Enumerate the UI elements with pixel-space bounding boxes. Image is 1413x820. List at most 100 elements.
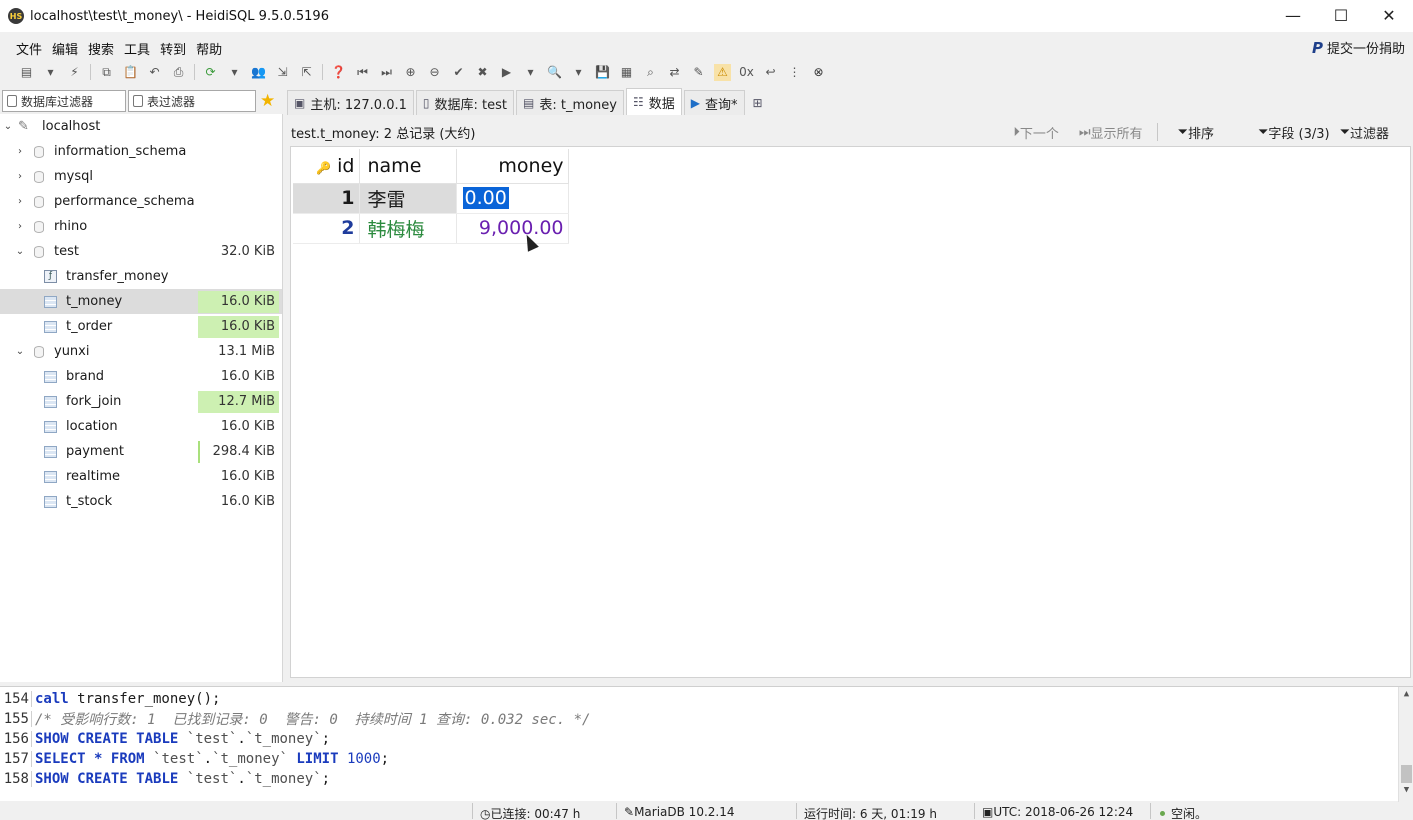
tree-item-information-schema[interactable]: › information_schema [0,139,282,164]
tree-item-test[interactable]: ⌄ test 32.0 KiB [0,239,282,264]
maximize-button[interactable]: ☐ [1317,0,1365,30]
chevron-right-icon[interactable]: › [14,196,26,207]
explain-icon[interactable]: 🔍 [546,64,563,81]
cell-name[interactable]: 李雷 [359,183,457,214]
tree-item-yunxi[interactable]: ⌄ yunxi 13.1 MiB [0,339,282,364]
cell-money[interactable]: 9,000.00 [456,213,569,244]
tab-database[interactable]: ▯ 数据库: test [415,90,514,115]
dropdown-arrow-icon[interactable]: ▾ [570,64,587,81]
tree-item-t-order[interactable]: t_order 16.0 KiB [0,314,282,339]
chevron-down-icon[interactable]: ⌄ [14,346,26,357]
cell-money-editing[interactable]: 0.00 [456,183,569,214]
chevron-down-icon[interactable]: ⌄ [2,121,14,132]
close-button[interactable]: ✕ [1365,0,1413,30]
menu-goto[interactable]: 转到 [160,39,186,58]
disconnect-icon[interactable]: ⚡ [66,64,83,81]
tree-item-location[interactable]: location 16.0 KiB [0,414,282,439]
tree-item-fork-join[interactable]: fork_join 12.7 MiB [0,389,282,414]
last-record-icon[interactable]: ⏭ [378,64,395,81]
log-scrollbar[interactable]: ▲ ▼ [1398,687,1413,802]
insert-row-icon[interactable]: ⊕ [402,64,419,81]
tree-item-realtime[interactable]: realtime 16.0 KiB [0,464,282,489]
menu-search[interactable]: 搜索 [88,39,114,58]
wrap-icon[interactable]: ↩ [762,64,779,81]
favorite-star-icon[interactable]: ★ [260,91,275,111]
tree-item-label: t_money [66,294,123,309]
chevron-down-icon[interactable]: ⌄ [14,246,26,257]
chevron-right-icon[interactable]: › [14,221,26,232]
import-icon[interactable]: ⇲ [274,64,291,81]
table-filter-input[interactable]: 表过滤器 [128,90,256,112]
stop-icon[interactable]: ⊗ [810,64,827,81]
sort-button[interactable]: ⏷ 排序 [1178,123,1214,142]
menu-help[interactable]: 帮助 [196,39,222,58]
line-number: 157 [0,751,32,767]
tree-item-t-money[interactable]: t_money 16.0 KiB [0,289,282,314]
tree-item-mysql[interactable]: › mysql [0,164,282,189]
tree-item-rhino[interactable]: › rhino [0,214,282,239]
export-icon[interactable]: ⇱ [298,64,315,81]
replace-icon[interactable]: ⇄ [666,64,683,81]
delete-row-icon[interactable]: ⊖ [426,64,443,81]
binary-icon[interactable]: 0x [738,64,755,81]
chevron-right-icon[interactable]: › [14,146,26,157]
warning-icon[interactable]: ⚠ [714,63,731,81]
help-icon[interactable]: ❓ [330,64,347,81]
window-controls: — ☐ ✕ [1269,0,1413,30]
dropdown-arrow-icon[interactable]: ▾ [42,64,59,81]
menu-edit[interactable]: 编辑 [52,39,78,58]
tree-item-brand[interactable]: brand 16.0 KiB [0,364,282,389]
copy-icon[interactable]: ⧉ [98,64,115,81]
column-header-id[interactable]: 🔑 id [293,149,360,184]
tree-item-performance-schema[interactable]: › performance_schema [0,189,282,214]
tree-item-transfer-money[interactable]: ƒ transfer_money [0,264,282,289]
paste-icon[interactable]: 📋 [122,64,139,81]
dropdown-arrow-icon[interactable]: ▾ [522,64,539,81]
cell-name[interactable]: 韩梅梅 [359,213,457,244]
tree-item-localhost[interactable]: ⌄ ✎ localhost [0,114,282,139]
post-icon[interactable]: ✔ [450,64,467,81]
user-manager-icon[interactable]: 👥 [250,64,267,81]
find-icon[interactable]: ⌕ [642,64,659,81]
tab-query[interactable]: ▶ 查询* [683,90,745,115]
undo-icon[interactable]: ↶ [146,64,163,81]
dropdown-arrow-icon[interactable]: ▾ [226,64,243,81]
save-icon[interactable]: 💾 [594,64,611,81]
donate-button[interactable]: P 提交一份捐助 [1312,38,1405,58]
run-icon[interactable]: ▶ [498,64,515,81]
tab-host[interactable]: ▣ 主机: 127.0.0.1 [287,90,414,115]
column-header-name[interactable]: name [359,149,457,184]
scroll-up-icon[interactable]: ▲ [1399,689,1413,704]
scroll-down-icon[interactable]: ▼ [1399,785,1413,800]
minimize-button[interactable]: — [1269,0,1317,30]
database-filter-input[interactable]: 数据库过滤器 [2,90,126,112]
more-icon[interactable]: ⋮ [786,64,803,81]
cell-money-value[interactable]: 0.00 [462,187,509,209]
print-icon[interactable]: ⎙ [170,64,187,81]
first-record-icon[interactable]: ⏮ [354,64,371,81]
cell-id[interactable]: 2 [293,213,360,244]
tree-item-t-stock[interactable]: t_stock 16.0 KiB [0,489,282,514]
chevron-right-icon[interactable]: › [14,171,26,182]
sort-label: 排序 [1187,126,1214,142]
column-header-money[interactable]: money [456,149,569,184]
fields-button[interactable]: ⏷ 字段 (3/3) [1258,123,1330,142]
next-button[interactable]: ⏵ 下一个 [1013,123,1059,142]
table-row[interactable]: 1 李雷 0.00 [293,183,569,214]
save-as-icon[interactable]: ▦ [618,64,635,81]
cell-id[interactable]: 1 [293,183,360,214]
refresh-icon[interactable]: ⟳ [202,64,219,81]
menu-file[interactable]: 文件 [16,39,42,58]
new-query-tab-button[interactable]: ⊞ [747,90,774,115]
session-manager-icon[interactable]: ▤ [18,64,35,81]
menu-tools[interactable]: 工具 [124,39,150,58]
filter-button[interactable]: ⏷ 过滤器 [1340,123,1389,142]
tab-table[interactable]: ▤ 表: t_money [515,90,624,115]
cancel-icon[interactable]: ✖ [474,64,491,81]
show-all-button[interactable]: ⏭ 显示所有 [1079,123,1143,142]
scroll-thumb[interactable] [1401,765,1412,783]
reformat-icon[interactable]: ✎ [690,64,707,81]
tree-item-payment[interactable]: payment 298.4 KiB [0,439,282,464]
log-text: SHOW CREATE TABLE `test`.`t_money`; [35,771,331,787]
tab-data[interactable]: ☷ 数据 [626,88,682,115]
